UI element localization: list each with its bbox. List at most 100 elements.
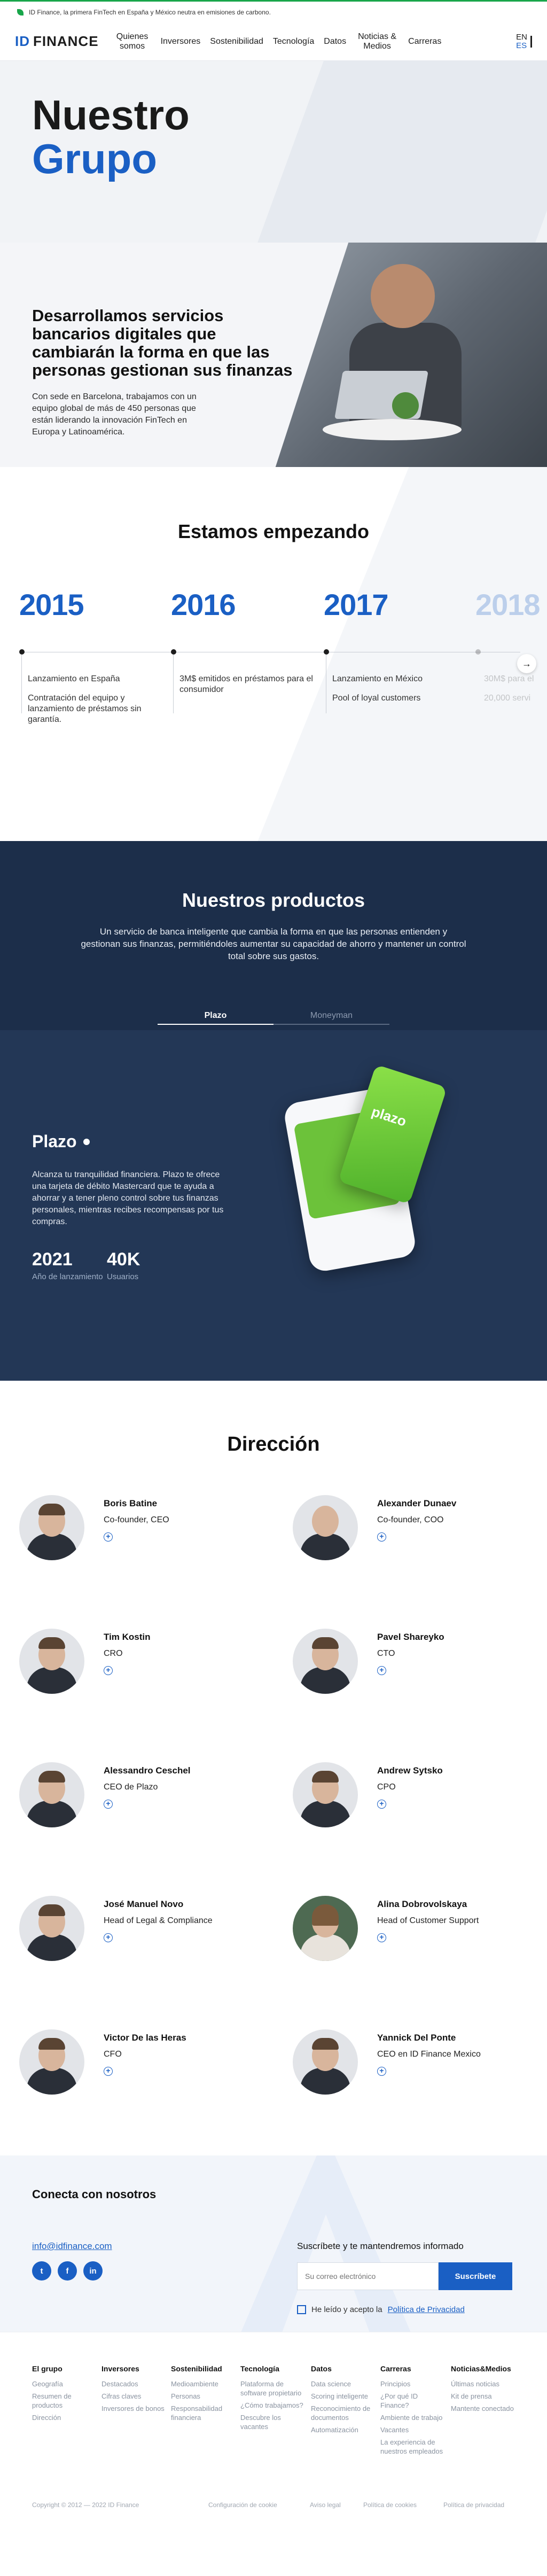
intro-text: Con sede en Barcelona, trabajamos con un… [32,392,197,437]
footer-column-title: Tecnología [240,2364,279,2373]
footer-link[interactable]: Automatización [311,2425,375,2434]
main-nav: Quienes somos Inversores Sostenibilidad … [114,32,442,51]
subscribe-email-input[interactable] [297,2262,439,2290]
footer-link[interactable]: Personas [171,2392,235,2401]
footer-link[interactable]: Kit de prensa [451,2392,515,2401]
lang-es[interactable]: ES [516,41,527,50]
footer-link[interactable]: Inversores de bonos [101,2404,166,2413]
contact-email-link[interactable]: info@idfinance.com [32,2241,112,2252]
avatar [19,1896,84,1961]
plazo-title: Plazo [32,1132,90,1151]
person-card: Andrew Sytsko CPO + [293,1762,517,1837]
footer-link[interactable]: Plataforma de software propietario [240,2379,304,2398]
expand-plus-icon[interactable]: + [377,1532,386,1542]
nav-noticias-medios[interactable]: Noticias & Medios [356,32,398,51]
footer-link[interactable]: Destacados [101,2379,166,2388]
footer-bottom-link[interactable]: Política de cookies [363,2501,443,2509]
privacy-policy-link[interactable]: Política de Privacidad [388,2305,465,2314]
product-panel-plazo: Plazo Alcanza tu tranquilidad financiera… [0,1030,547,1381]
page: ID Finance, la primera FinTech en España… [0,0,547,2576]
footer-link[interactable]: La experiencia de nuestros empleados [380,2438,444,2456]
hero-diagonal-shape [257,61,547,243]
linkedin-icon[interactable]: in [83,2261,103,2281]
footer-link[interactable]: Dirección [32,2413,96,2422]
footer-link[interactable]: Últimas noticias [451,2379,515,2388]
footer-column: Carreras Principios ¿Por qué ID Finance?… [380,2364,444,2459]
avatar [19,1762,84,1827]
timeline-text: Lanzamiento en España [28,674,120,683]
avatar [293,1629,358,1694]
timeline-next-arrow-icon[interactable]: → [517,654,536,673]
footer-link[interactable]: ¿Por qué ID Finance? [380,2392,444,2410]
footer-column: Inversores Destacados Cifras claves Inve… [101,2364,166,2416]
avatar [293,1762,358,1827]
footer-link[interactable]: Resumen de productos [32,2392,96,2410]
copyright: Copyright © 2012 — 2022 ID Finance [32,2501,139,2509]
timeline-text: Pool of loyal customers [332,694,421,703]
nav-sostenibilidad[interactable]: Sostenibilidad [210,37,263,46]
expand-plus-icon[interactable]: + [377,2067,386,2076]
hero-section: Nuestro Grupo [0,61,547,243]
footer-link[interactable]: ¿Cómo trabajamos? [240,2401,304,2410]
expand-plus-icon[interactable]: + [377,1933,386,1942]
footer-link[interactable]: Principios [380,2379,444,2388]
expand-plus-icon[interactable]: + [377,1800,386,1809]
person-name: Andrew Sytsko [377,1765,443,1776]
nav-carreras[interactable]: Carreras [408,37,441,46]
nav-inversores[interactable]: Inversores [161,37,201,46]
product-tabs: Plazo Moneyman [158,1011,389,1025]
footer-link[interactable]: Mantente conectado [451,2404,515,2413]
tab-plazo[interactable]: Plazo [158,1011,274,1025]
footer-link[interactable]: Medioambiente [171,2379,235,2388]
expand-plus-icon[interactable]: + [377,1666,386,1675]
person-name: Tim Kostin [104,1632,151,1642]
footer-link[interactable]: Cifras claves [101,2392,166,2401]
tab-moneyman[interactable]: Moneyman [274,1011,389,1025]
stat-users: 40K Usuarios [107,1249,140,1281]
stat-label: Año de lanzamiento [32,1272,103,1281]
direction-section: Dirección Boris Batine Co-founder, CEO +… [0,1381,547,2155]
subscribe-button[interactable]: Suscríbete [439,2262,512,2290]
footer-link[interactable]: Data science [311,2379,375,2388]
person-role: Head of Legal & Compliance [104,1916,213,1925]
plazo-description: Alcanza tu tranquilidad financiera. Plaz… [32,1170,224,1226]
stat-label: Usuarios [107,1272,139,1281]
intro-heading: Desarrollamos servicios bancarios digita… [32,306,293,379]
consent-checkbox[interactable] [297,2305,306,2314]
footer-bottom-link[interactable]: Configuración de cookie [208,2501,310,2509]
footer-column-title: Carreras [380,2364,411,2373]
nav-tecnologia[interactable]: Tecnología [273,37,314,46]
footer-link[interactable]: Reconocimiento de documentos [311,2404,375,2422]
footer-bottom-link[interactable]: Aviso legal [310,2501,363,2509]
expand-plus-icon[interactable]: + [104,1666,113,1675]
footer-link[interactable]: Ambiente de trabajo [380,2413,444,2422]
id-finance-logo[interactable]: ID FINANCE [15,33,99,50]
footer-link[interactable]: Vacantes [380,2425,444,2434]
timeline-item: 2017 Lanzamiento en México Pool of loyal… [324,587,468,713]
person-card: José Manuel Novo Head of Legal & Complia… [19,1896,244,1971]
stat-value: 2021 [32,1249,73,1270]
footer-link[interactable]: Descubre los vacantes [240,2413,304,2431]
timeline-text: 3M$ emitidos en préstamos para el consum… [179,674,313,694]
expand-plus-icon[interactable]: + [104,1933,113,1942]
expand-plus-icon[interactable]: + [104,2067,113,2076]
nav-quienes-somos[interactable]: Quienes somos [114,32,151,51]
avatar [19,2029,84,2095]
footer-link[interactable]: Scoring inteligente [311,2392,375,2401]
timeline-dot [475,649,481,655]
expand-plus-icon[interactable]: + [104,1532,113,1542]
footer-bottom-link[interactable]: Política de privacidad [443,2501,504,2509]
expand-plus-icon[interactable]: + [104,1800,113,1809]
connect-section: Conecta con nosotros info@idfinance.com … [0,2155,547,2332]
footer-link[interactable]: Responsabilidad financiera [171,2404,235,2422]
twitter-icon[interactable]: t [32,2261,51,2281]
person-card: Alessandro Ceschel CEO de Plazo + [19,1762,244,1837]
nav-datos[interactable]: Datos [324,37,346,46]
leaf-icon [17,9,24,15]
facebook-icon[interactable]: f [58,2261,77,2281]
footer-column: Sostenibilidad Medioambiente Personas Re… [171,2364,235,2425]
social-links: t f in [32,2261,103,2281]
footer-link[interactable]: Geografía [32,2379,96,2388]
products-section: Nuestros productos Un servicio de banca … [0,841,547,1381]
lang-en[interactable]: EN [516,33,527,42]
